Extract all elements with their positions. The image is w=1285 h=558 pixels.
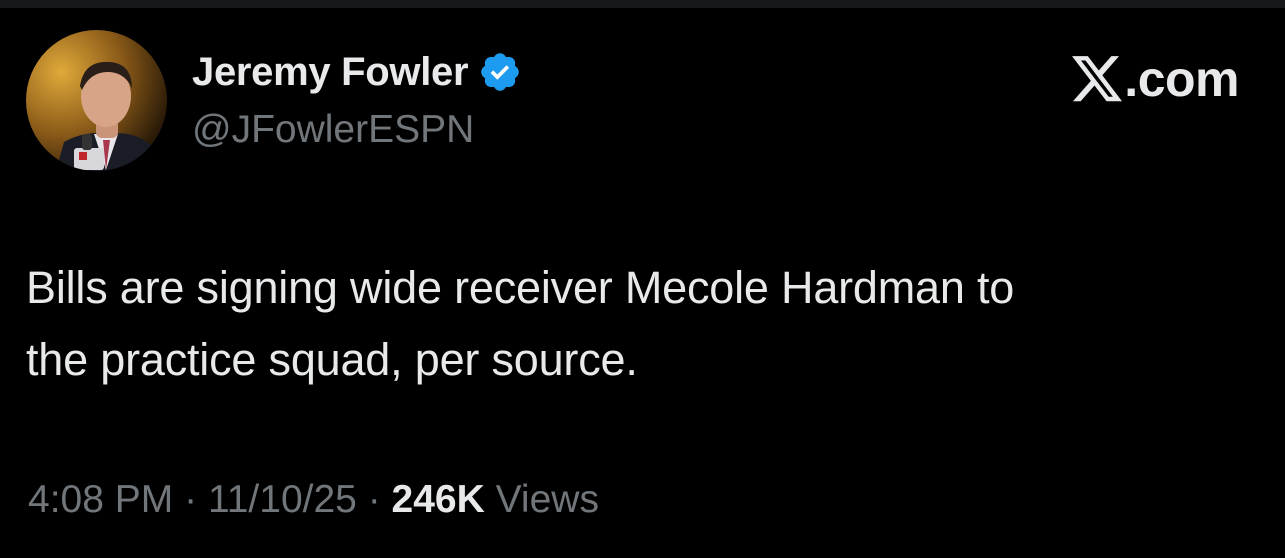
- tweet-time[interactable]: 4:08 PM: [28, 478, 173, 521]
- tweet-text-line: the practice squad, per source.: [26, 334, 638, 385]
- verified-badge-icon: [478, 50, 522, 94]
- tweet-text: Bills are signing wide receiver Mecole H…: [26, 252, 1246, 396]
- tweet-date[interactable]: 11/10/25: [208, 478, 357, 521]
- tweet-meta: 4:08 PM · 11/10/25 · 246K Views: [28, 474, 599, 526]
- view-count[interactable]: 246K: [392, 478, 485, 521]
- views-label: Views: [495, 478, 599, 521]
- author-handle[interactable]: @JFowlerESPN: [192, 106, 474, 154]
- author-name[interactable]: Jeremy Fowler: [192, 48, 469, 96]
- brand-text: .com: [1124, 51, 1239, 107]
- x-logo-icon: [1072, 56, 1123, 102]
- top-strip: [0, 0, 1285, 8]
- brand-watermark: .com: [1072, 50, 1239, 108]
- avatar-photo: [26, 30, 167, 171]
- author-name-row: Jeremy Fowler: [192, 48, 522, 96]
- meta-separator: ·: [367, 478, 381, 521]
- meta-separator: ·: [184, 478, 198, 521]
- avatar[interactable]: [26, 30, 167, 171]
- tweet-text-line: Bills are signing wide receiver Mecole H…: [26, 262, 1015, 313]
